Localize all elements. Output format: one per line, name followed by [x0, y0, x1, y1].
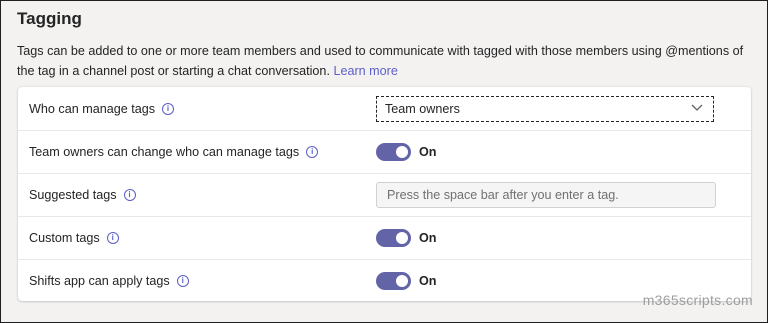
info-icon[interactable]: i	[106, 231, 119, 244]
shifts-app-tags-toggle[interactable]	[376, 271, 411, 290]
learn-more-link[interactable]: Learn more	[333, 64, 397, 78]
tagging-panel: Tagging Tags can be added to one or more…	[0, 0, 768, 323]
custom-tags-toggle[interactable]	[376, 228, 411, 247]
info-icon[interactable]: i	[306, 145, 319, 158]
setting-row-shifts-app-tags: Shifts app can apply tags i On	[18, 259, 751, 302]
setting-label: Team owners can change who can manage ta…	[29, 144, 300, 159]
owners-change-managers-toggle[interactable]	[376, 142, 411, 161]
dropdown-selected-value: Team owners	[385, 101, 460, 116]
watermark-text: m365scripts.com	[642, 292, 753, 308]
setting-row-custom-tags: Custom tags i On	[18, 216, 751, 260]
chevron-down-icon	[691, 103, 703, 115]
setting-row-who-can-manage-tags: Who can manage tags i Team owners	[18, 87, 751, 131]
toggle-state-label: On	[419, 273, 437, 288]
toggle-state-label: On	[419, 144, 437, 159]
setting-row-owners-change-managers: Team owners can change who can manage ta…	[18, 130, 751, 174]
info-icon[interactable]: i	[176, 274, 189, 287]
setting-label: Shifts app can apply tags	[29, 273, 170, 288]
toggle-state-label: On	[419, 230, 437, 245]
section-title: Tagging	[17, 9, 82, 28]
setting-label: Custom tags	[29, 230, 100, 245]
settings-card: Who can manage tags i Team owners Team o…	[18, 87, 751, 301]
info-icon[interactable]: i	[162, 102, 175, 115]
manage-tags-dropdown[interactable]: Team owners	[376, 95, 714, 122]
setting-label: Suggested tags	[29, 187, 117, 202]
toggle-knob	[396, 145, 408, 158]
toggle-knob	[396, 231, 408, 244]
suggested-tags-input[interactable]	[376, 181, 716, 208]
section-description: Tags can be added to one or more team me…	[17, 41, 757, 81]
toggle-knob	[396, 274, 408, 287]
setting-row-suggested-tags: Suggested tags i	[18, 173, 751, 217]
info-icon[interactable]: i	[123, 188, 136, 201]
setting-label: Who can manage tags	[29, 101, 156, 116]
